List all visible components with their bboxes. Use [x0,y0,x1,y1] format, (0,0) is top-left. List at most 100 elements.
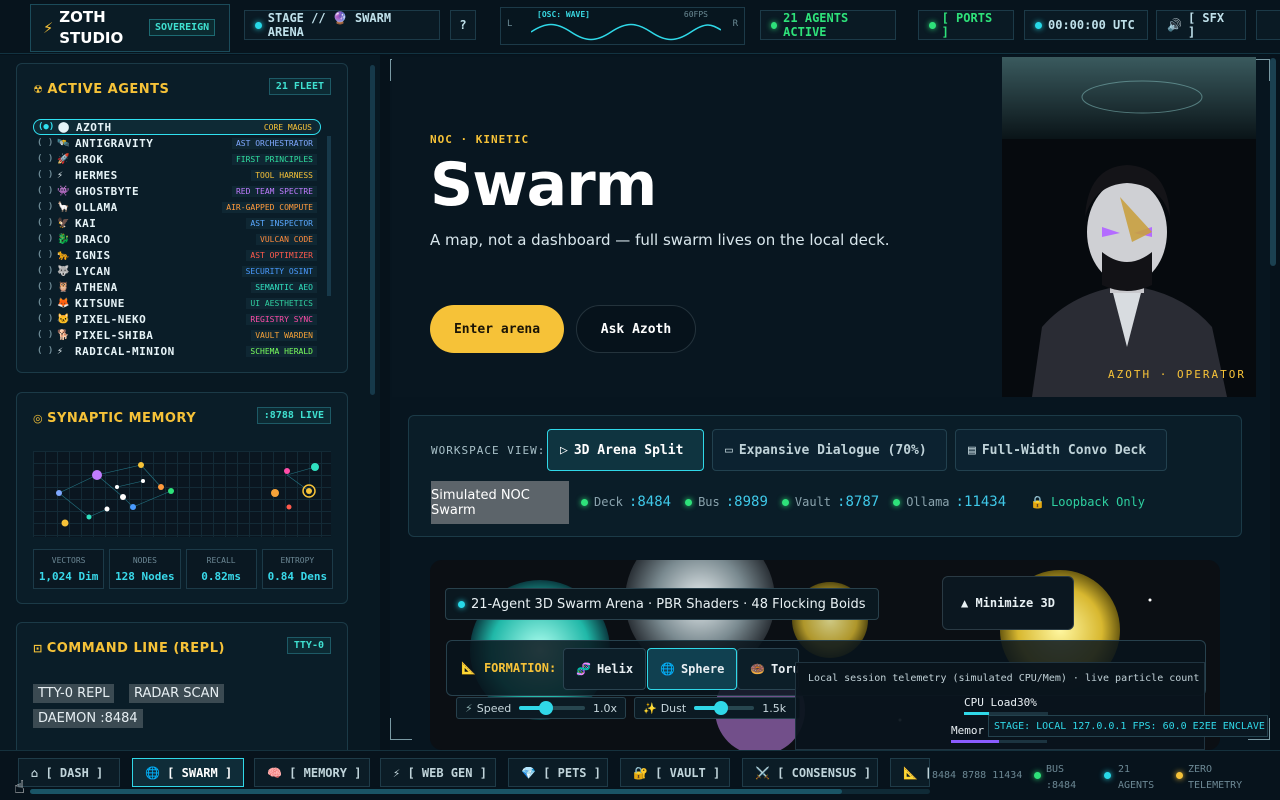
agent-row[interactable]: ( ) 👾 GHOSTBYTE RED TEAM SPECTRE [33,183,321,199]
nav-tab[interactable]: ⚔️ [ CONSENSUS ] [742,758,878,787]
agent-row[interactable]: ( ) 🚀 GROK FIRST PRINCIPLES [33,151,321,167]
brand[interactable]: ⚡ ZOTH STUDIO SOVEREIGN [30,4,230,52]
nav-tab[interactable]: ⌂ [ DASH ] [18,758,120,787]
stage-selector[interactable]: STAGE // 🔮 SWARM ARENA [244,10,440,40]
tty-repl-tag[interactable]: TTY-0 REPL [33,684,115,703]
view-3d-arena-split[interactable]: ▷ 3D Arena Split [547,429,704,471]
port-name: Vault [794,495,832,509]
agent-row[interactable]: ( ) 🦙 OLLAMA AIR-GAPPED COMPUTE [33,199,321,215]
radio-icon[interactable]: ( ) [37,282,57,292]
bottom-zero-telemetry: ZERO TELEMETRY [1188,764,1243,791]
agent-row[interactable]: ( ) ⚡ RADICAL-MINION SCHEMA HERALD [33,343,321,359]
radio-icon[interactable]: ( ) [37,234,57,244]
agent-row[interactable]: ( ) 🐺 LYCAN SECURITY OSINT [33,263,321,279]
agent-row[interactable]: ( ) 🦉 ATHENA SEMANTIC AEO [33,279,321,295]
agent-row[interactable]: ( ) 🐱 PIXEL-NEKO REGISTRY SYNC [33,311,321,327]
radio-icon[interactable]: ( ) [37,170,57,180]
nav-tab[interactable]: 🌐 [ SWARM ] [132,758,244,787]
bottom-ports: 8484 8788 11434 [932,770,1023,781]
help-button[interactable]: ? [450,10,476,40]
bottom-scrollbar[interactable] [30,789,930,794]
terminal-icon: ⊡ [33,642,43,655]
nav-tab[interactable]: ⚡ [ WEB GEN ] [380,758,496,787]
radio-icon[interactable]: ( ) [37,330,57,340]
agent-role: FIRST PRINCIPLES [231,153,317,165]
agent-row[interactable]: ( ) 🦊 KITSUNE UI AESTHETICS [33,295,321,311]
minimize-3d-button[interactable]: ▲ Minimize 3D [942,576,1074,630]
repl-panel-title: ⊡ COMMAND LINE (REPL) [33,641,225,656]
agent-role: AST INSPECTOR [246,217,317,229]
enter-arena-button[interactable]: Enter arena [430,305,564,353]
agent-role: AIR-GAPPED COMPUTE [222,201,317,213]
radio-icon[interactable]: ( ) [37,266,57,276]
agent-row[interactable]: ( ) 🦅 KAI AST INSPECTOR [33,215,321,231]
agent-name: DRACO [75,232,111,246]
radio-icon[interactable]: ( ) [37,202,57,212]
port-dot [781,498,789,506]
dust-knob[interactable] [714,701,729,715]
daemon-tag[interactable]: DAEMON :8484 [33,709,143,728]
agent-row[interactable]: ( ) 🛰️ ANTIGRAVITY AST ORCHESTRATOR [33,135,321,151]
radio-icon[interactable]: ( ) [37,186,57,196]
speaker-icon: 🔊 [1167,18,1182,32]
agent-icon: 👾 [57,185,70,197]
overflow-button[interactable] [1256,10,1280,40]
speed-slider[interactable]: ⚡ Speed 1.0x [456,697,626,719]
sfx-toggle[interactable]: 🔊 [ SFX ] [1156,10,1246,40]
stat-value: 0.84 Dens [267,570,328,583]
telemetry-caption: Local session telemetry (simulated CPU/M… [808,673,1200,684]
agent-row[interactable]: ( ) 🐉 DRACO VULCAN CODE [33,231,321,247]
speed-track[interactable] [519,701,585,715]
nav-tab[interactable]: 🧠 [ MEMORY ] [254,758,370,787]
ask-azoth-button[interactable]: Ask Azoth [576,305,696,353]
dust-track[interactable] [694,701,755,715]
nav-tab[interactable]: 📐 [ [890,758,930,787]
agent-role: TOOL HARNESS [251,169,317,181]
radio-icon[interactable]: ( ) [37,250,57,260]
radio-icon[interactable]: ( ) [37,218,57,228]
dust-slider[interactable]: ✨ Dust 1.5k [634,697,800,719]
cpu-load: CPU Load30% [964,696,1037,709]
port-number: :8484 [628,494,672,510]
formation-helix[interactable]: 🧬 Helix [563,648,647,690]
agent-row[interactable]: ( ) 🐆 IGNIS AST OPTIMIZER [33,247,321,263]
memory-stat: NODES 128 Nodes [109,549,181,589]
brand-name: ZOTH STUDIO [59,8,124,47]
agent-list-scrollbar[interactable] [327,136,331,296]
agent-icon: 🐱 [57,313,70,325]
simulated-noc-swarm-button[interactable]: Simulated NOC Swarm [431,481,569,524]
sparkle-icon: ✨ [643,701,657,715]
nav-tab[interactable]: 🔐 [ VAULT ] [620,758,730,787]
radio-icon[interactable]: ( ) [37,298,57,308]
radar-scan-tag[interactable]: RADAR SCAN [129,684,225,703]
main-scrollbar[interactable] [1270,58,1276,266]
osc-right-label: R [732,19,738,29]
view-expansive-dialogue[interactable]: ▭ Expansive Dialogue (70%) [712,429,947,471]
agent-row[interactable]: (●) ⬤ AZOTH CORE MAGUS [33,119,321,135]
agent-icon: ⚡ [57,169,64,181]
memory-stats: VECTORS 1,024 Dim NODES 128 Nodes RECALL 0.82… [33,549,333,589]
radio-icon[interactable]: ( ) [37,138,57,148]
radio-icon[interactable]: (●) [38,122,58,132]
agent-icon: 🐉 [57,233,70,245]
radio-icon[interactable]: ( ) [37,314,57,324]
sidebar-scrollbar[interactable] [370,65,375,395]
nav-tab[interactable]: 💎 [ PETS ] [508,758,608,787]
radio-icon[interactable]: ( ) [37,346,57,356]
agent-name: LYCAN [75,264,111,278]
radio-icon[interactable]: ( ) [37,154,57,164]
agent-row[interactable]: ( ) ⚡ HERMES TOOL HARNESS [33,167,321,183]
agent-role: AST ORCHESTRATOR [231,137,317,149]
formation-sphere[interactable]: 🌐 Sphere [647,648,738,690]
ports-button[interactable]: [ PORTS ] [918,10,1014,40]
speed-knob[interactable] [539,701,554,715]
agents-active-indicator: 21 AGENTS ACTIVE [760,10,896,40]
memory-graph[interactable] [33,451,331,537]
view-full-width-convo[interactable]: ▤ Full-Width Convo Deck [955,429,1167,471]
hero-title: Swarm [430,150,657,220]
agent-row[interactable]: ( ) 🐕 PIXEL-SHIBA VAULT WARDEN [33,327,321,343]
cursor-hand-icon: ☝ [14,777,25,798]
agent-name: ANTIGRAVITY [75,136,154,150]
formation-torus[interactable]: 🍩 Toru [737,648,799,690]
synaptic-memory-panel: ◎ SYNAPTIC MEMORY :8788 LIVE VECTORS 1,024… [16,392,348,604]
